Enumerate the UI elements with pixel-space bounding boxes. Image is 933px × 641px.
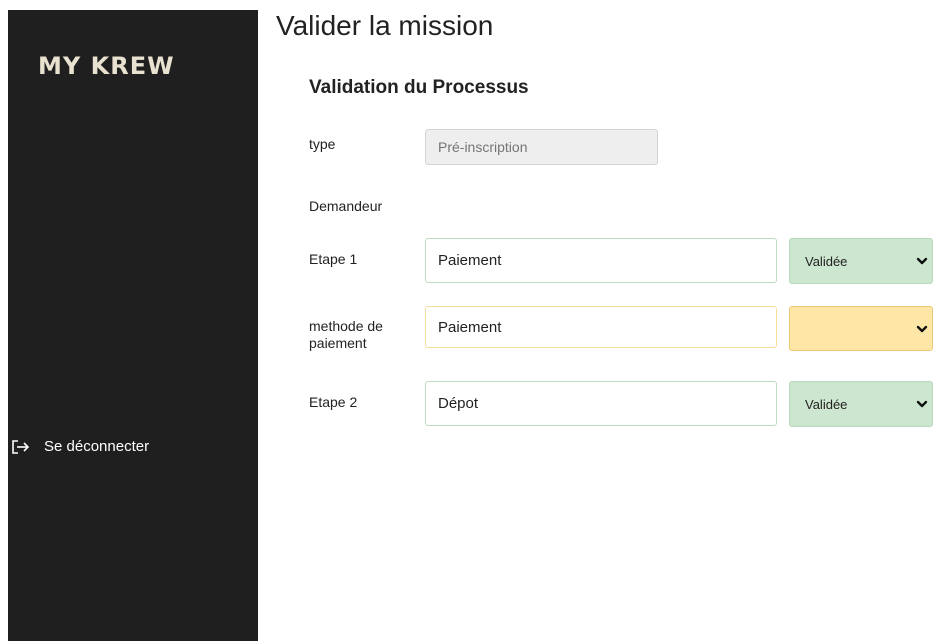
sign-out-icon: [12, 439, 30, 454]
chevron-down-icon: [916, 400, 928, 408]
app-root: MY KREW Se déconnecter Valider la missio…: [0, 0, 933, 641]
demandeur-label: Demandeur: [309, 198, 383, 214]
etape2-status-value: Validée: [805, 396, 848, 412]
app-logo: MY KREW: [38, 52, 175, 80]
methode-status-select[interactable]: [789, 306, 933, 351]
logout-button[interactable]: Se déconnecter: [12, 438, 149, 455]
methode-label: methode de paiement: [309, 318, 383, 351]
methode-input[interactable]: [425, 306, 777, 348]
etape1-status-value: Validée: [805, 253, 848, 269]
etape1-input[interactable]: [425, 238, 777, 283]
section-title: Validation du Processus: [309, 77, 529, 98]
logout-label: Se déconnecter: [44, 438, 150, 455]
type-input: [425, 129, 658, 165]
type-label: type: [309, 136, 336, 152]
etape2-status-select[interactable]: Validée: [789, 381, 933, 427]
sidebar: MY KREW Se déconnecter: [8, 10, 258, 641]
chevron-down-icon: [916, 325, 928, 333]
page-title: Valider la mission: [276, 10, 494, 41]
etape2-label: Etape 2: [309, 394, 358, 410]
chevron-down-icon: [916, 257, 928, 265]
etape1-status-select[interactable]: Validée: [789, 238, 933, 284]
etape2-input[interactable]: [425, 381, 777, 426]
etape1-label: Etape 1: [309, 251, 358, 267]
